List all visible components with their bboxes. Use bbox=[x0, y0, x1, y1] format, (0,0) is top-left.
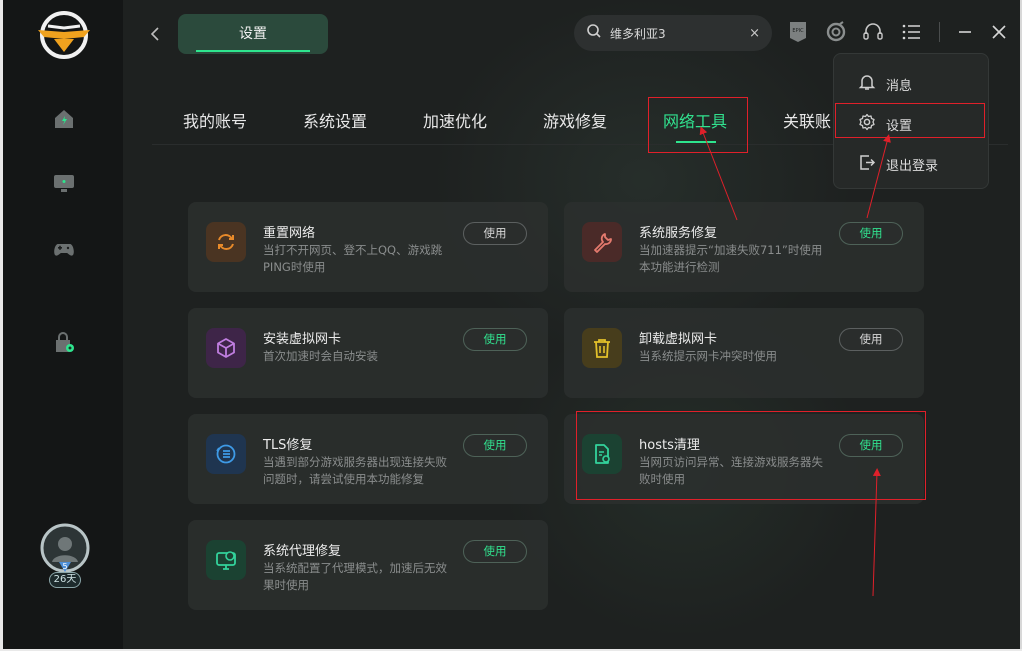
svg-text:EPIC: EPIC bbox=[792, 28, 804, 34]
card-title: 系统服务修复 bbox=[639, 226, 718, 241]
card-description: 当系统提示网卡冲突时使用 bbox=[639, 349, 777, 363]
close-icon[interactable] bbox=[987, 20, 1011, 44]
page-tab-underline bbox=[196, 50, 310, 52]
logout-icon bbox=[858, 153, 876, 175]
use-button[interactable]: 使用 bbox=[839, 328, 903, 351]
card-title: 系统代理修复 bbox=[263, 544, 342, 559]
card-description: 当加速器提示“加速失败711”时使用本功能进行检测 bbox=[639, 243, 823, 274]
use-button[interactable]: 使用 bbox=[463, 328, 527, 351]
search-value: 维多利亚3 bbox=[610, 26, 666, 41]
monitor-icon[interactable] bbox=[51, 170, 77, 196]
sidebar: 5 26天 bbox=[3, 0, 123, 649]
home-icon[interactable] bbox=[51, 106, 77, 132]
user-avatar[interactable]: 5 26天 bbox=[39, 522, 91, 592]
use-button[interactable]: 使用 bbox=[463, 540, 527, 563]
annotation-box-settings bbox=[835, 103, 985, 138]
annotation-box-network-tools bbox=[648, 97, 748, 153]
menu-item-label: 退出登录 bbox=[886, 158, 939, 174]
back-chevron-icon[interactable] bbox=[148, 24, 162, 44]
use-button[interactable]: 使用 bbox=[463, 434, 527, 457]
card-title: 卸载虚拟网卡 bbox=[639, 332, 718, 347]
tab-acceleration-optimize[interactable]: 加速优化 bbox=[423, 108, 487, 132]
minimize-icon[interactable] bbox=[953, 20, 977, 44]
clear-icon[interactable]: × bbox=[749, 26, 760, 41]
card-description: 首次加速时会自动安装 bbox=[263, 349, 378, 363]
trash-icon bbox=[582, 328, 622, 368]
card-title: 安装虚拟网卡 bbox=[263, 332, 342, 347]
menu-item-messages[interactable]: 消息 bbox=[834, 66, 990, 102]
page-tab-label: 设置 bbox=[239, 26, 267, 42]
bell-icon bbox=[858, 73, 876, 95]
card-title: 重置网络 bbox=[263, 226, 316, 241]
tool-card-tls-repair: TLS修复 当遇到部分游戏服务器出现连接失败问题时，请尝试使用本功能修复 使用 bbox=[188, 414, 548, 504]
monitor-refresh-icon bbox=[206, 540, 246, 580]
app-logo bbox=[34, 10, 94, 60]
wrench-icon bbox=[582, 222, 622, 262]
tab-my-account[interactable]: 我的账号 bbox=[183, 108, 247, 132]
tool-card-install-virtual-nic: 安装虚拟网卡 首次加速时会自动安装 使用 bbox=[188, 308, 548, 398]
shop-bag-icon[interactable] bbox=[51, 330, 77, 356]
tls-icon bbox=[206, 434, 246, 474]
avatar-level: 5 bbox=[62, 562, 67, 571]
gamepad-icon[interactable] bbox=[51, 236, 77, 262]
annotation-box-hosts-cleanup bbox=[576, 411, 926, 500]
headset-icon[interactable] bbox=[861, 20, 885, 44]
menu-item-label: 消息 bbox=[886, 78, 913, 94]
tool-card-system-proxy-repair: 系统代理修复 当系统配置了代理模式，加速后无效果时使用 使用 bbox=[188, 520, 548, 610]
avatar-days-badge: 26天 bbox=[49, 572, 81, 588]
menu-item-logout[interactable]: 退出登录 bbox=[834, 146, 990, 182]
cube-icon bbox=[206, 328, 246, 368]
page-tab-settings[interactable]: 设置 bbox=[178, 14, 328, 54]
tool-card-reset-network: 重置网络 当打不开网页、登不上QQ、游戏跳PING时使用 使用 bbox=[188, 202, 548, 292]
search-input[interactable]: 维多利亚3 × bbox=[574, 15, 772, 51]
tool-card-system-service-repair: 系统服务修复 当加速器提示“加速失败711”时使用本功能进行检测 使用 bbox=[564, 202, 924, 292]
search-icon bbox=[586, 23, 602, 43]
tab-game-repair[interactable]: 游戏修复 bbox=[543, 108, 607, 132]
origin-icon[interactable] bbox=[824, 20, 848, 44]
toolbar-divider bbox=[939, 22, 940, 42]
tool-card-uninstall-virtual-nic: 卸载虚拟网卡 当系统提示网卡冲突时使用 使用 bbox=[564, 308, 924, 398]
refresh-icon bbox=[206, 222, 246, 262]
tab-system-settings[interactable]: 系统设置 bbox=[303, 108, 367, 132]
card-title: TLS修复 bbox=[263, 438, 313, 453]
epic-games-icon[interactable]: EPIC bbox=[786, 20, 810, 44]
card-description: 当遇到部分游戏服务器出现连接失败问题时，请尝试使用本功能修复 bbox=[263, 455, 447, 486]
menu-list-icon[interactable] bbox=[899, 20, 923, 44]
tab-linked-accounts[interactable]: 关联账 bbox=[783, 108, 831, 132]
use-button[interactable]: 使用 bbox=[463, 222, 527, 245]
card-description: 当打不开网页、登不上QQ、游戏跳PING时使用 bbox=[263, 243, 443, 274]
card-description: 当系统配置了代理模式，加速后无效果时使用 bbox=[263, 561, 447, 592]
use-button[interactable]: 使用 bbox=[839, 222, 903, 245]
